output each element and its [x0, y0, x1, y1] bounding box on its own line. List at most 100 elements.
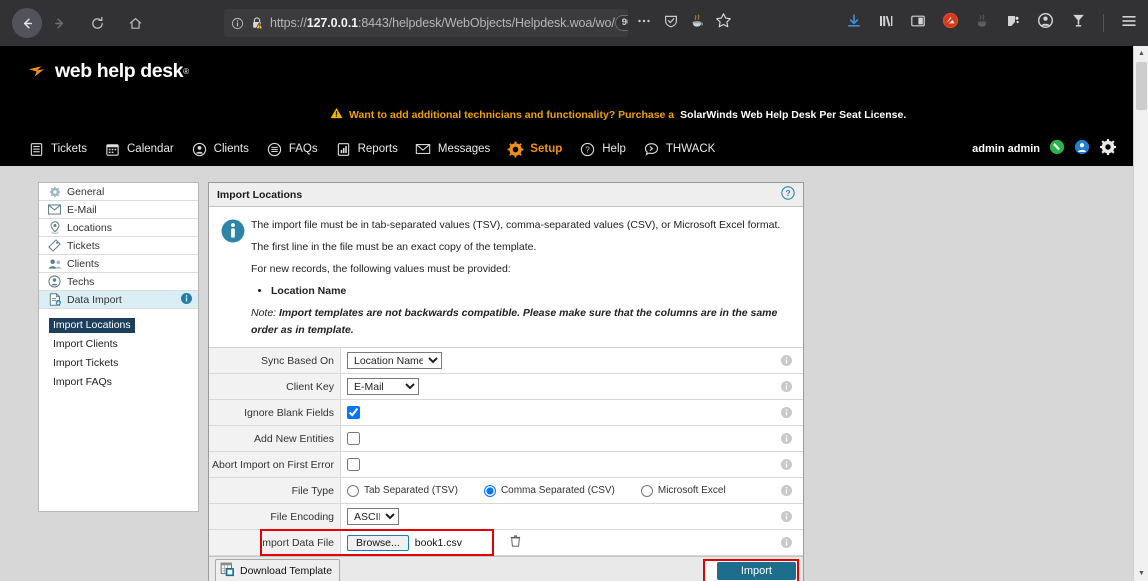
add-new-entities-checkbox[interactable]: [347, 432, 360, 445]
sidebar-item-email[interactable]: E-Mail: [39, 201, 198, 219]
forward-arrow-icon[interactable]: [44, 8, 74, 38]
label-add-new-entities: Add New Entities: [209, 426, 341, 451]
gear-icon: [47, 186, 62, 198]
required-fields-list: Location Name: [271, 283, 793, 300]
lock-warning-icon[interactable]: [250, 16, 264, 30]
sidebar-item-clients[interactable]: Clients: [39, 255, 198, 273]
abort-on-first-error-checkbox[interactable]: [347, 458, 360, 471]
file-encoding-select[interactable]: ASCII: [347, 508, 399, 525]
pocket-icon[interactable]: [1005, 13, 1021, 34]
sync-based-on-select[interactable]: Location Name: [347, 352, 442, 369]
license-banner[interactable]: Want to add additional technicians and f…: [330, 107, 906, 122]
reload-icon[interactable]: [82, 8, 112, 38]
nav-item-faqs[interactable]: FAQs: [266, 141, 318, 158]
sidebar-item-locations[interactable]: Locations: [39, 219, 198, 237]
account-icon[interactable]: [1037, 12, 1054, 34]
star-icon[interactable]: [715, 12, 732, 34]
envelope-icon: [47, 204, 62, 215]
brand-tm: ®: [183, 67, 189, 76]
chevron-down-icon[interactable]: ▼: [1134, 566, 1148, 581]
card-footer: Download Template Import: [209, 556, 803, 581]
page-content: web help desk ® Want to add additional te…: [0, 46, 1133, 581]
hamburger-menu-icon[interactable]: [1120, 12, 1138, 35]
address-bar[interactable]: https://127.0.0.1:8443/helpdesk/WebObjec…: [224, 9, 628, 37]
sidebar-item-tickets[interactable]: Tickets: [39, 237, 198, 255]
download-template-label: Download Template: [240, 564, 333, 577]
sidebar-item-general[interactable]: General: [39, 183, 198, 201]
setup-gear-icon: [507, 141, 524, 158]
field-import-data-file: Browse... book1.csv: [341, 530, 769, 555]
sub-item-import-locations[interactable]: Import Locations: [49, 318, 135, 333]
sidebar-item-data-import[interactable]: Data Import: [39, 291, 198, 309]
chevron-up-icon[interactable]: ▲: [1134, 46, 1148, 61]
download-template-button[interactable]: Download Template: [215, 558, 341, 581]
license-banner-link[interactable]: SolarWinds Web Help Desk Per Seat Licens…: [680, 109, 906, 121]
row-client-key: Client Key E-Mail: [209, 374, 803, 400]
nav-item-thwack[interactable]: THWACK: [643, 141, 715, 158]
thwack-icon: [643, 141, 660, 158]
nav-item-reports[interactable]: Reports: [335, 141, 398, 158]
back-arrow-icon[interactable]: [12, 8, 42, 38]
file-type-option-csv[interactable]: Comma Separated (CSV): [483, 484, 615, 497]
file-type-option-excel[interactable]: Microsoft Excel: [640, 484, 726, 497]
file-type-radio-group: Tab Separated (TSV) Comma Separated (CSV…: [347, 484, 726, 497]
file-type-radio-tsv[interactable]: [347, 484, 359, 497]
file-type-label-tsv: Tab Separated (TSV): [364, 485, 458, 496]
info-dot-icon[interactable]: [769, 433, 803, 444]
browse-button[interactable]: Browse...: [347, 534, 409, 551]
page-scrollbar[interactable]: ▲ ▼: [1133, 46, 1148, 581]
info-circle-large-icon: [221, 217, 251, 339]
home-icon[interactable]: [120, 8, 150, 38]
brand-text: web help desk: [55, 60, 184, 82]
trash-icon[interactable]: [510, 534, 521, 552]
extension-icon[interactable]: [1070, 12, 1087, 34]
status-online-icon[interactable]: [1049, 139, 1065, 160]
zoom-level-indicator[interactable]: 90%: [614, 15, 628, 31]
sidebar-item-label: Techs: [67, 275, 95, 288]
nav-item-messages[interactable]: Messages: [415, 141, 490, 158]
adblock-icon[interactable]: [942, 12, 959, 34]
client-key-select[interactable]: E-Mail: [347, 378, 419, 395]
sidebar-item-techs[interactable]: Techs: [39, 273, 198, 291]
sub-item-import-clients[interactable]: Import Clients: [49, 337, 122, 352]
brand-logo[interactable]: web help desk ®: [28, 60, 189, 83]
info-dot-icon[interactable]: [769, 355, 803, 366]
info-dot-icon[interactable]: [769, 407, 803, 418]
library-icon[interactable]: [878, 13, 894, 34]
info-dot-icon[interactable]: [769, 485, 803, 496]
download-icon[interactable]: [846, 13, 862, 34]
nav-item-tickets[interactable]: Tickets: [28, 141, 87, 158]
label-client-key: Client Key: [209, 374, 341, 399]
java-disabled-icon[interactable]: [975, 13, 989, 34]
user-area: admin admin: [972, 132, 1117, 166]
field-client-key: E-Mail: [341, 374, 769, 399]
info-dot-icon[interactable]: [769, 381, 803, 392]
file-type-radio-csv[interactable]: [483, 484, 496, 497]
gear-icon[interactable]: [1099, 138, 1117, 161]
file-type-radio-excel[interactable]: [640, 484, 653, 497]
selected-file-name: book1.csv: [414, 536, 463, 549]
file-type-option-tsv[interactable]: Tab Separated (TSV): [347, 484, 458, 497]
info-circle-icon[interactable]: [181, 292, 192, 307]
profile-icon[interactable]: [1074, 139, 1090, 160]
import-button[interactable]: Import: [716, 561, 796, 580]
ellipsis-icon[interactable]: [636, 13, 652, 34]
sub-item-import-tickets[interactable]: Import Tickets: [49, 356, 122, 371]
url-path: :8443/helpdesk/WebObjects/Helpdesk.woa/w…: [357, 16, 615, 30]
scrollbar-thumb[interactable]: [1136, 62, 1147, 110]
sub-item-import-faqs[interactable]: Import FAQs: [49, 375, 116, 390]
info-dot-icon[interactable]: [769, 459, 803, 470]
nav-item-help[interactable]: ? Help: [579, 141, 626, 158]
info-dot-icon[interactable]: [769, 537, 803, 548]
sidebar-icon[interactable]: [910, 13, 926, 34]
java-icon[interactable]: [690, 13, 704, 34]
people-icon: [47, 258, 62, 270]
shield-icon[interactable]: [663, 13, 679, 34]
ignore-blank-fields-checkbox[interactable]: [347, 406, 360, 419]
nav-item-calendar[interactable]: Calendar: [104, 141, 174, 158]
info-dot-icon[interactable]: [769, 511, 803, 522]
nav-item-setup[interactable]: Setup: [507, 141, 562, 158]
info-circle-icon[interactable]: [231, 17, 244, 30]
help-question-icon[interactable]: ?: [781, 186, 795, 203]
nav-item-clients[interactable]: Clients: [191, 141, 249, 158]
